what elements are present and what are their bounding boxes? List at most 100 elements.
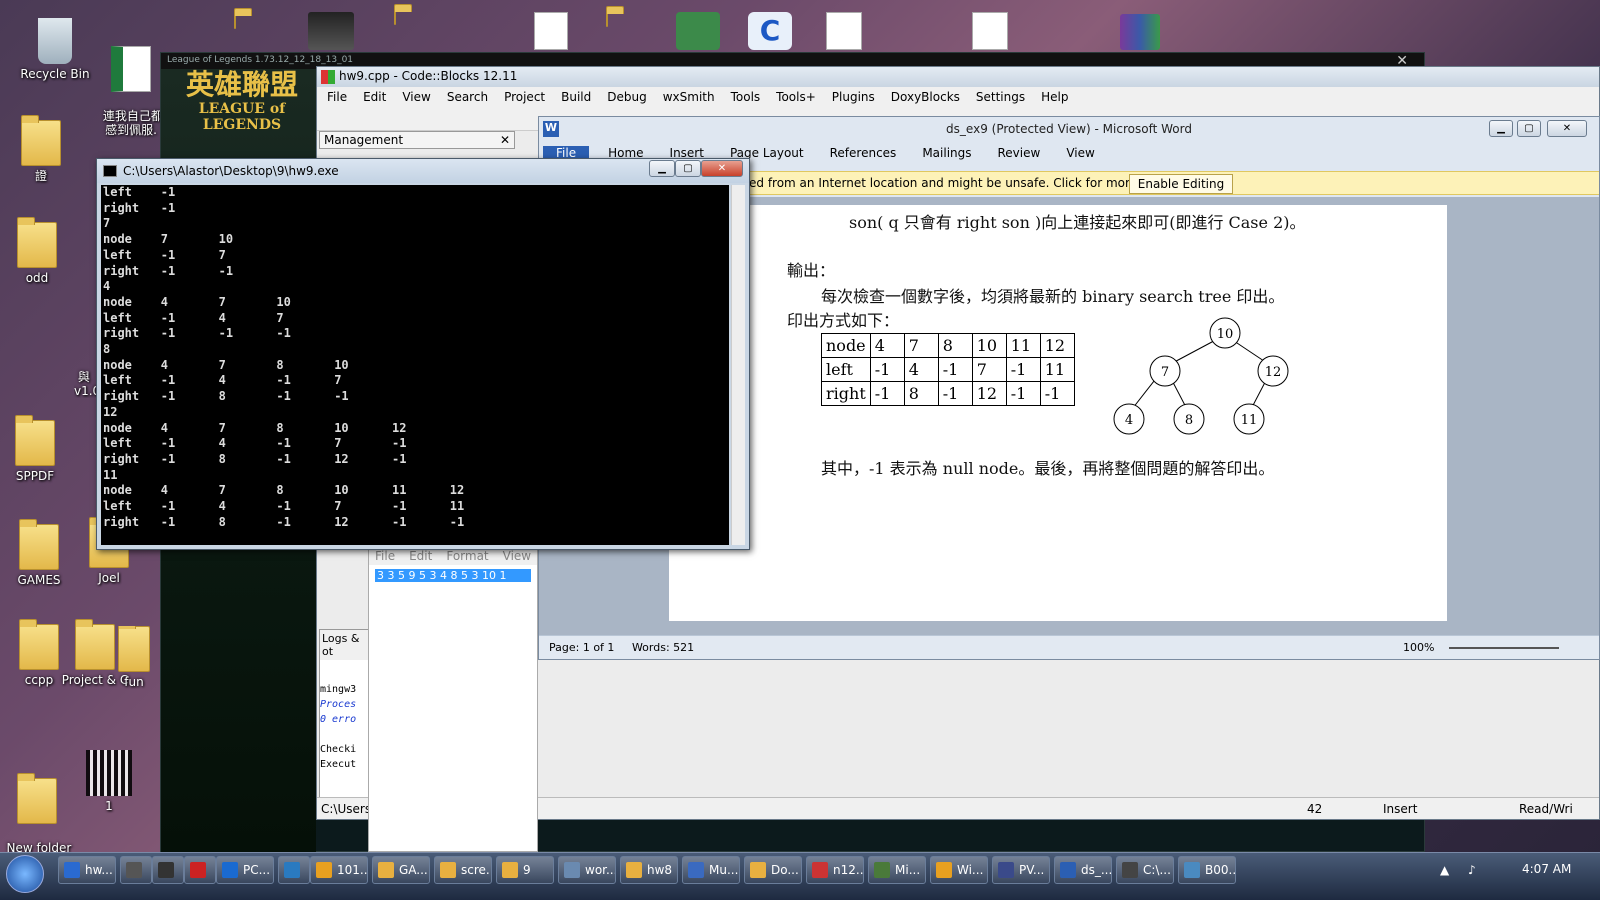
folder-icon[interactable]: 證 (6, 115, 76, 183)
folder-icon[interactable] (606, 11, 608, 27)
c-language-icon[interactable]: C (748, 12, 792, 50)
console-scrollbar[interactable] (731, 185, 745, 545)
menu-build[interactable]: Build (553, 90, 599, 106)
media-player-icon[interactable] (308, 12, 354, 50)
taskbar-button[interactable] (278, 856, 310, 884)
close-icon[interactable]: ✕ (500, 133, 510, 147)
taskbar-button[interactable]: 101... (310, 856, 368, 884)
menu-view[interactable]: View (394, 90, 438, 106)
menu-doxyblocks[interactable]: DoxyBlocks (883, 90, 968, 106)
taskbar-label: Wi... (957, 863, 984, 877)
menu-search[interactable]: Search (439, 90, 496, 106)
status-words[interactable]: Words: 521 (632, 641, 694, 654)
taskbar-button[interactable]: PC... (216, 856, 274, 884)
menu-debug[interactable]: Debug (599, 90, 654, 106)
minimize-button[interactable]: ▁ (1489, 120, 1513, 137)
app-icon[interactable] (676, 12, 720, 50)
table-cell: 4 (903, 357, 939, 382)
menu-wxsmith[interactable]: wxSmith (655, 90, 723, 106)
taskbar-button[interactable]: Mi... (868, 856, 926, 884)
console-window[interactable]: C:\Users\Alastor\Desktop\9\hw9.exe ▁ ▢ ✕… (96, 158, 750, 550)
menu-edit[interactable]: Edit (355, 90, 394, 106)
status-page[interactable]: Page: 1 of 1 (549, 641, 614, 654)
tab-references[interactable]: References (817, 146, 910, 160)
console-output[interactable]: left -1 right -1 7 node 7 10 left -1 7 right … (101, 185, 729, 545)
file-icon[interactable] (826, 12, 862, 50)
tab-view[interactable]: View (1053, 146, 1107, 160)
network-icon[interactable]: ▲ (1440, 863, 1449, 877)
minimize-button[interactable]: ▁ (649, 160, 675, 177)
clock[interactable]: 4:07 AM (1522, 862, 1571, 876)
taskbar-label: wor... (585, 863, 616, 877)
taskbar-button[interactable]: Wi... (930, 856, 988, 884)
qr-code-icon (86, 750, 132, 796)
tree-node-label: 12 (1265, 365, 1282, 380)
tab-review[interactable]: Review (985, 146, 1054, 160)
taskbar-label: hw8 (647, 863, 673, 877)
tab-mailings[interactable]: Mailings (909, 146, 984, 160)
maximize-button[interactable]: ▢ (675, 160, 701, 177)
taskbar-button[interactable]: GA... (372, 856, 430, 884)
folder-icon[interactable]: SPPDF (0, 415, 70, 483)
volume-icon[interactable]: ♪ (1468, 863, 1476, 877)
file-icon[interactable] (534, 12, 568, 50)
taskbar-app-icon (222, 862, 238, 878)
notepad-window[interactable]: File Edit Format View H 3 3 5 9 5 3 4 8 … (368, 546, 554, 852)
excel-file-icon[interactable]: 連我自己都 感到佩服. (96, 18, 166, 137)
taskbar-button[interactable] (184, 856, 216, 884)
partial-icon[interactable]: 與 v1.0 (74, 356, 98, 398)
console-line: left -1 7 (103, 247, 226, 262)
folder-icon[interactable]: fun (112, 626, 156, 689)
taskbar-button[interactable]: hw... (58, 856, 116, 884)
folder-icon (15, 415, 55, 466)
recycle-bin-icon[interactable]: Recycle Bin (20, 18, 90, 81)
table-row: node 4 7 8 10 11 12 (821, 333, 1075, 358)
folder-icon[interactable] (394, 9, 396, 25)
menu-tools-plus[interactable]: Tools+ (768, 90, 824, 106)
log-line: Execut (320, 759, 357, 770)
start-button[interactable] (6, 855, 44, 893)
menu-plugins[interactable]: Plugins (824, 90, 883, 106)
file-icon[interactable] (972, 12, 1008, 50)
taskbar-app-icon (1060, 862, 1076, 878)
menu-project[interactable]: Project (496, 90, 553, 106)
enable-editing-button[interactable]: Enable Editing (1129, 174, 1233, 194)
taskbar-button[interactable]: B00... (1178, 856, 1236, 884)
qr-image-icon[interactable]: 1 (74, 750, 144, 813)
taskbar-button[interactable]: 9 (496, 856, 554, 884)
notepad-menu-format[interactable]: Format (446, 549, 488, 563)
taskbar-button[interactable] (120, 856, 152, 884)
taskbar-button[interactable]: scre... (434, 856, 492, 884)
table-cell: -1 (1039, 381, 1075, 406)
taskbar-button[interactable]: ds_... (1054, 856, 1112, 884)
menu-settings[interactable]: Settings (968, 90, 1033, 106)
menu-help[interactable]: Help (1033, 90, 1076, 106)
taskbar-button[interactable]: C:\... (1116, 856, 1174, 884)
close-button[interactable]: ✕ (1547, 120, 1587, 137)
selected-text[interactable]: 3 3 5 9 5 3 4 8 5 3 10 1 (375, 569, 531, 582)
protected-view-message[interactable]: ed from an Internet location and might b… (749, 176, 1185, 190)
folder-icon[interactable]: odd (2, 217, 72, 285)
menu-file[interactable]: File (319, 90, 355, 106)
close-button[interactable]: ✕ (701, 160, 743, 177)
taskbar-button[interactable]: Mu... (682, 856, 740, 884)
taskbar-button[interactable]: hw8 (620, 856, 678, 884)
logs-tab[interactable]: Logs & ot (320, 630, 368, 660)
folder-icon[interactable]: GAMES (4, 519, 74, 587)
taskbar-button[interactable]: PV... (992, 856, 1050, 884)
document-page[interactable]: son( q 只會有 right son )向上連接起來即可(即進行 Case … (669, 205, 1447, 621)
console-line: left -1 (103, 185, 176, 199)
taskbar-button[interactable] (152, 856, 184, 884)
zoom-slider[interactable] (1449, 647, 1559, 649)
zoom-level[interactable]: 100% (1403, 641, 1434, 654)
maximize-button[interactable]: ▢ (1517, 120, 1541, 137)
notepad-menu-file[interactable]: File (375, 549, 395, 563)
taskbar-button[interactable]: wor... (558, 856, 616, 884)
notepad-menu-edit[interactable]: Edit (409, 549, 432, 563)
taskbar-button[interactable]: Do... (744, 856, 802, 884)
menu-tools[interactable]: Tools (723, 90, 769, 106)
taskbar-button[interactable]: n12... (806, 856, 864, 884)
folder-icon[interactable] (234, 13, 236, 29)
notepad-menu-view[interactable]: View (503, 549, 531, 563)
winrar-icon[interactable] (1120, 14, 1160, 50)
